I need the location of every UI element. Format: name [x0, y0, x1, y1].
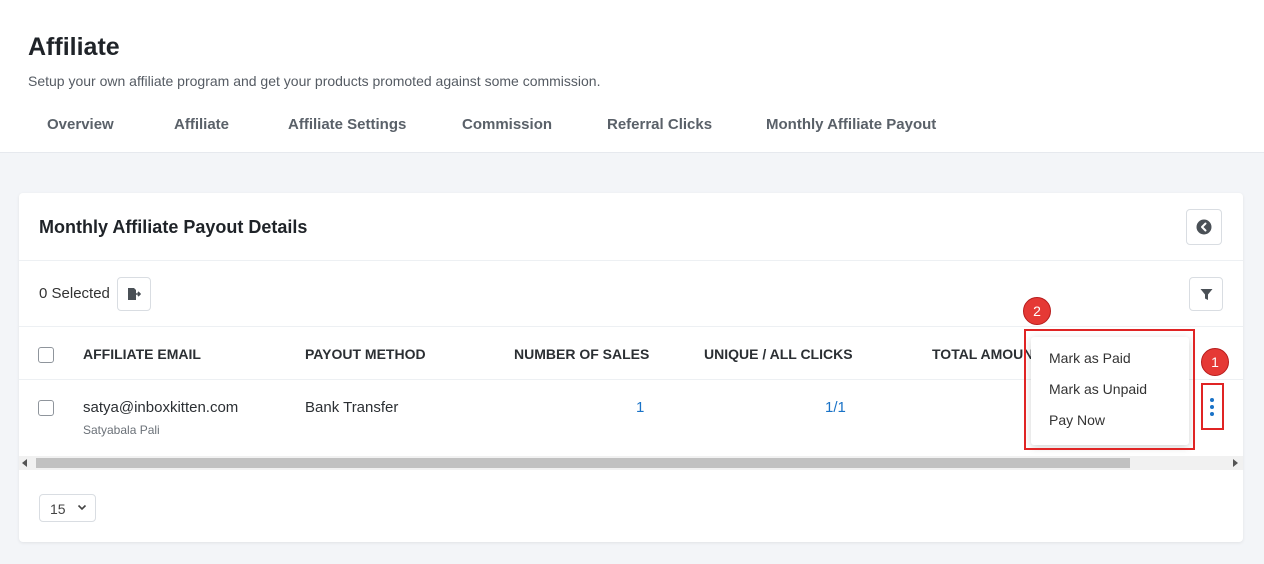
tab-overview[interactable]: Overview: [47, 116, 114, 133]
chevron-down-icon: [77, 504, 87, 511]
page-size-value: 15: [50, 501, 66, 517]
tab-referral-clicks[interactable]: Referral Clicks: [607, 116, 712, 133]
column-header-clicks[interactable]: UNIQUE / ALL CLICKS: [704, 346, 853, 362]
scrollbar-thumb[interactable]: [36, 458, 1130, 468]
row-actions-menu: Mark as Paid Mark as Unpaid Pay Now: [1031, 337, 1189, 445]
tab-monthly-affiliate-payout[interactable]: Monthly Affiliate Payout: [766, 116, 936, 133]
filter-button[interactable]: [1189, 277, 1223, 311]
tab-affiliate[interactable]: Affiliate: [174, 116, 229, 133]
back-button[interactable]: [1186, 209, 1222, 245]
horizontal-scrollbar[interactable]: [19, 456, 1243, 470]
page-title: Affiliate: [28, 33, 120, 61]
row-checkbox[interactable]: [38, 400, 54, 416]
column-header-number-of-sales[interactable]: NUMBER OF SALES: [514, 346, 649, 362]
affiliate-name: Satyabala Pali: [83, 423, 160, 437]
export-button[interactable]: [117, 277, 151, 311]
payout-method: Bank Transfer: [305, 399, 399, 416]
filter-icon: [1200, 288, 1212, 300]
sales-count-link[interactable]: 1: [636, 399, 644, 416]
menu-item-pay-now[interactable]: Pay Now: [1049, 412, 1105, 428]
page-header: Affiliate Setup your own affiliate progr…: [0, 0, 1264, 153]
scroll-right-arrow-icon[interactable]: [1233, 459, 1238, 467]
tab-commission[interactable]: Commission: [462, 116, 552, 133]
annotation-badge-1: 1: [1201, 348, 1229, 376]
circle-chevron-left-icon: [1196, 219, 1212, 235]
column-header-payout-method[interactable]: PAYOUT METHOD: [305, 346, 426, 362]
clicks-link[interactable]: 1/1: [825, 399, 846, 416]
tab-affiliate-settings[interactable]: Affiliate Settings: [288, 116, 406, 133]
divider: [19, 326, 1243, 327]
vertical-ellipsis-icon: [1210, 398, 1214, 416]
select-all-checkbox[interactable]: [38, 347, 54, 363]
card-title: Monthly Affiliate Payout Details: [39, 217, 308, 237]
column-header-affiliate-email[interactable]: AFFILIATE EMAIL: [83, 346, 201, 362]
column-header-total-amount[interactable]: TOTAL AMOUN: [932, 346, 1033, 362]
divider: [19, 260, 1243, 261]
scroll-left-arrow-icon[interactable]: [22, 459, 27, 467]
file-export-icon: [128, 288, 141, 300]
menu-item-mark-as-paid[interactable]: Mark as Paid: [1049, 350, 1131, 366]
row-actions-button[interactable]: [1205, 396, 1219, 418]
page-subtitle: Setup your own affiliate program and get…: [28, 73, 601, 89]
affiliate-email: satya@inboxkitten.com: [83, 399, 239, 416]
annotation-badge-2: 2: [1023, 297, 1051, 325]
page-size-select[interactable]: 15: [39, 494, 96, 522]
selected-count: 0 Selected: [39, 285, 110, 302]
menu-item-mark-as-unpaid[interactable]: Mark as Unpaid: [1049, 381, 1147, 397]
